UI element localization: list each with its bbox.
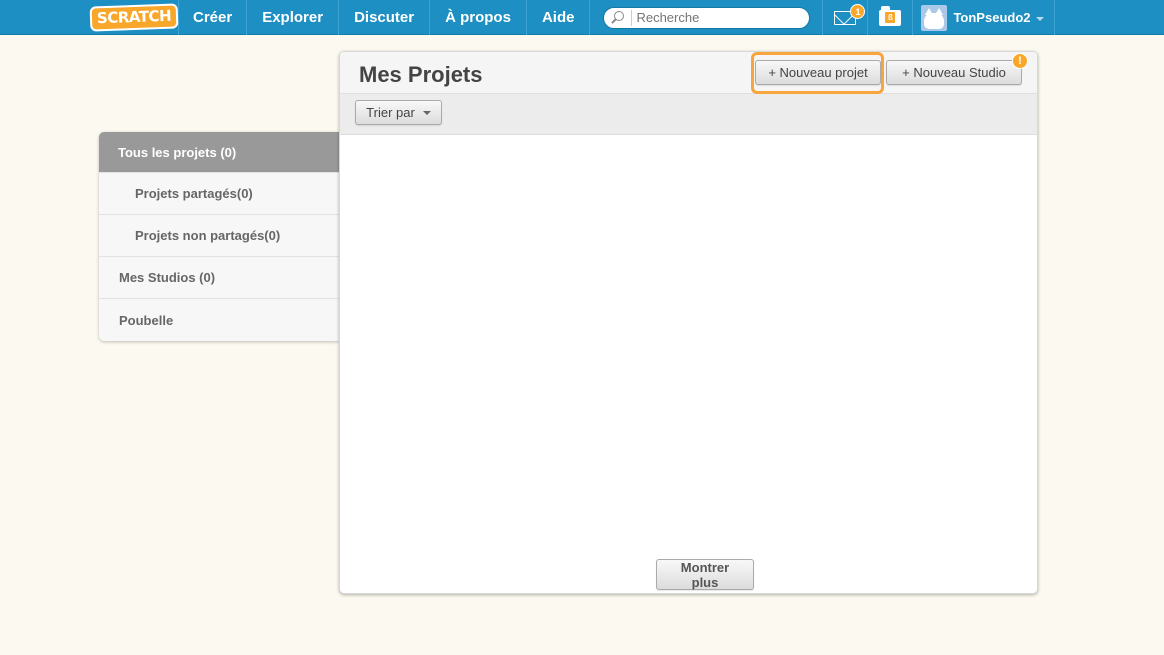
mystuff-button[interactable]: ß (868, 0, 914, 35)
folder-icon: ß (879, 5, 902, 26)
sidebar-item-trash[interactable]: Poubelle (99, 299, 339, 341)
projects-panel: Mes Projets + Nouveau projet + Nouveau S… (339, 51, 1038, 594)
new-studio-button[interactable]: + Nouveau Studio (886, 60, 1022, 85)
panel-header: Mes Projets + Nouveau projet + Nouveau S… (340, 52, 1037, 94)
projects-list: Montrer plus (340, 136, 1037, 593)
sidebar-item-my-studios[interactable]: Mes Studios (0) (99, 257, 339, 299)
messages-button[interactable]: 1 (823, 0, 869, 35)
nav-explore[interactable]: Explorer (247, 0, 340, 35)
search-box[interactable] (603, 6, 811, 29)
search-divider (631, 9, 633, 26)
scratch-logo[interactable]: SCRATCH (89, 0, 179, 35)
sort-dropdown[interactable]: Trier par (355, 100, 442, 125)
show-more-button[interactable]: Montrer plus (656, 559, 754, 590)
user-menu[interactable]: TonPseudo2 (913, 0, 1055, 35)
search-input[interactable] (636, 10, 807, 25)
nav-discuss[interactable]: Discuter (339, 0, 431, 35)
page-title: Mes Projets (359, 62, 483, 87)
sidebar-item-all-projects[interactable]: Tous les projets (0) (99, 132, 339, 173)
new-project-button[interactable]: + Nouveau projet (755, 60, 881, 85)
nav-help[interactable]: Aide (527, 0, 591, 35)
username: TonPseudo2 (953, 10, 1031, 25)
sort-label: Trier par (366, 105, 415, 120)
sidebar: Tous les projets (0) Projets partagés(0)… (99, 132, 339, 341)
chevron-down-icon (422, 111, 431, 115)
nav-create[interactable]: Créer (179, 0, 248, 35)
alert-icon: ! (1012, 53, 1028, 69)
nav-inner: SCRATCH Créer Explorer Discuter À propos… (89, 0, 1055, 35)
messages-count-badge: 1 (850, 4, 866, 19)
sidebar-item-shared-projects[interactable]: Projets partagés(0) (99, 173, 339, 215)
avatar (921, 4, 948, 31)
cat-avatar-icon (924, 7, 945, 29)
search-area (590, 0, 824, 35)
nav-about[interactable]: À propos (430, 0, 527, 35)
chevron-down-icon (1035, 16, 1044, 21)
folder-mark: ß (885, 12, 896, 23)
logo-text: SCRATCH (89, 3, 179, 32)
panel-toolbar: Trier par (340, 94, 1037, 135)
sidebar-item-unshared-projects[interactable]: Projets non partagés(0) (99, 215, 339, 257)
top-nav: SCRATCH Créer Explorer Discuter À propos… (0, 0, 1164, 35)
search-icon (610, 10, 626, 26)
